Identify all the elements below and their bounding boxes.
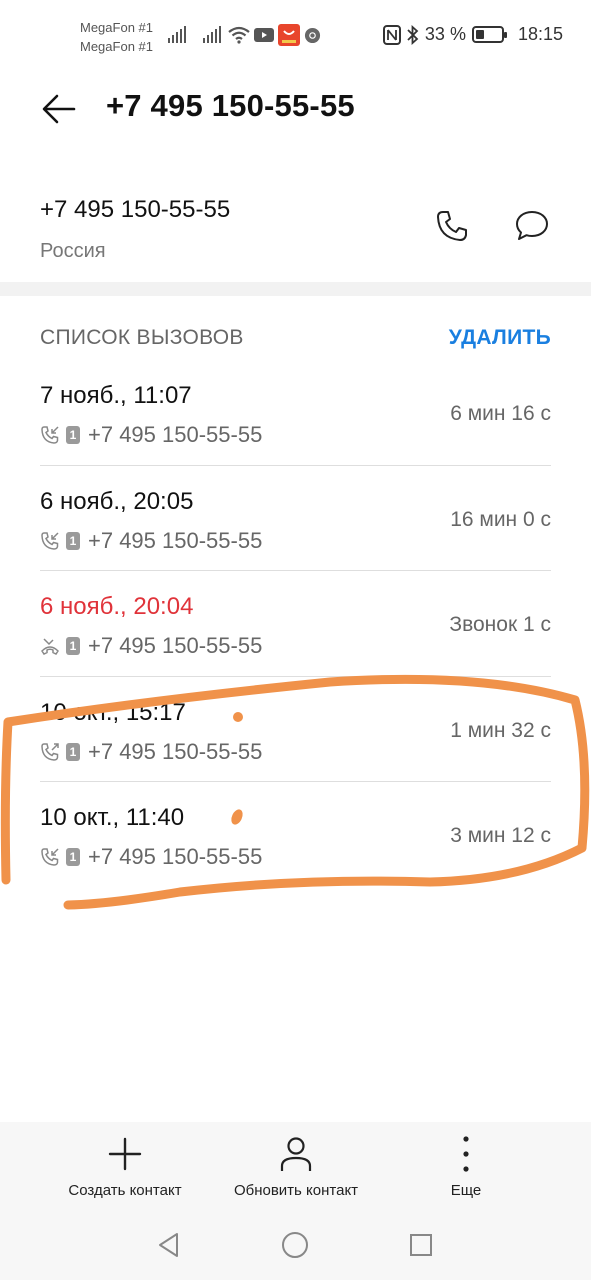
delete-button[interactable]: УДАЛИТЬ [449,326,551,350]
home-circle-icon [282,1232,308,1258]
call-details: 1 +7 495 150-55-55 [40,739,262,765]
call-date: 6 нояб., 20:05 [40,487,194,515]
call-duration: Звонок 1 с [449,613,551,636]
more-label: Еще [450,1182,482,1199]
call-number: +7 495 150-55-55 [88,633,263,658]
person-icon [280,1137,312,1171]
signal-icon [203,25,223,43]
call-details: 1 +7 495 150-55-55 [40,633,262,659]
contact-number: +7 495 150-55-55 [40,196,231,223]
recents-square-icon [410,1234,432,1256]
clock: 18:15 [517,24,563,44]
nav-recents-button[interactable] [404,1228,438,1262]
call-number: +7 495 150-55-55 [88,844,263,869]
sim-badge: 1 [66,637,80,655]
call-row[interactable]: 6 нояб., 20:05 1 +7 495 150-55-55 16 мин… [0,466,591,571]
sim-badge: 1 [66,848,80,866]
call-row[interactable]: 7 нояб., 11:07 1 +7 495 150-55-55 6 мин … [0,360,591,466]
signal-icon [168,25,188,43]
contact-info: +7 495 150-55-55 Россия [0,190,591,280]
youtube-icon [254,28,274,42]
chrome-icon [304,27,321,44]
missed-call-icon [40,636,60,656]
update-contact-button[interactable]: Обновить контакт [222,1134,370,1199]
status-right: 33 % 18:15 [382,24,563,45]
more-button[interactable]: Еще [436,1134,496,1199]
nav-home-button[interactable] [278,1228,312,1262]
call-duration: 3 мин 12 с [450,824,551,847]
sim-badge: 1 [66,742,80,761]
message-button[interactable] [512,206,552,246]
create-contact-button[interactable]: Создать контакт [58,1134,192,1199]
bottom-action-bar: Создать контакт Обновить контакт Еще [0,1122,591,1210]
call-row[interactable]: 6 нояб., 20:04 1 +7 495 150-55-55 Звонок… [0,571,591,677]
system-nav-bar [0,1210,591,1280]
incoming-call-icon [40,425,60,445]
call-duration: 6 мин 16 с [450,402,551,425]
phone-icon [437,211,467,241]
call-details: 1 +7 495 150-55-55 [40,422,262,448]
bluetooth-icon [407,24,419,45]
call-details: 1 +7 495 150-55-55 [40,844,262,870]
carrier-1: MegaFon #1 [80,20,153,35]
page-title: +7 495 150-55-55 [106,88,355,123]
sim-badge: 1 [66,426,80,444]
back-triangle-icon [159,1233,178,1257]
nav-back-button[interactable] [152,1228,186,1262]
call-number: +7 495 150-55-55 [88,422,263,447]
create-contact-label: Создать контакт [68,1182,182,1199]
arrow-left-icon [42,94,76,124]
wifi-icon [228,26,250,44]
contact-country: Россия [40,240,106,262]
call-date: 10 окт., 15:17 [40,698,186,726]
message-icon [516,211,548,240]
battery-icon [471,26,507,43]
update-contact-label: Обновить контакт [233,1182,359,1199]
call-button[interactable] [432,206,472,246]
incoming-call-icon [40,531,60,551]
call-list-title: СПИСОК ВЫЗОВОВ [40,326,244,349]
status-bar: MegaFon #1 MegaFon #1 33 % 18:15 [0,0,591,74]
battery-fill [475,30,484,39]
call-date: 10 окт., 11:40 [40,804,185,831]
call-list: 7 нояб., 11:07 1 +7 495 150-55-55 6 мин … [0,360,591,888]
call-date: 7 нояб., 11:07 [40,382,192,409]
call-details: 1 +7 495 150-55-55 [40,528,262,554]
call-number: +7 495 150-55-55 [88,738,263,764]
call-row[interactable]: 10 окт., 15:17 1 +7 495 150-55-55 1 мин … [0,677,591,782]
outgoing-call-icon [40,742,60,762]
more-vertical-icon [463,1136,469,1172]
carrier-names: MegaFon #1 MegaFon #1 [80,18,153,56]
plus-icon [108,1137,142,1171]
nfc-icon [382,24,401,45]
app-header: +7 495 150-55-55 [0,74,591,144]
back-button[interactable] [36,86,82,132]
sim-badge: 1 [66,531,80,550]
battery-percent: 33 % [424,24,466,44]
call-duration: 1 мин 32 с [450,718,551,742]
call-row[interactable]: 10 окт., 11:40 1 +7 495 150-55-55 3 мин … [0,782,591,888]
incoming-call-icon [40,847,60,867]
aliexpress-icon [278,24,300,46]
carrier-2: MegaFon #1 [80,39,153,54]
call-date: 6 нояб., 20:04 [40,593,194,620]
call-number: +7 495 150-55-55 [88,527,263,553]
call-duration: 16 мин 0 с [450,507,551,531]
section-divider [0,282,591,296]
